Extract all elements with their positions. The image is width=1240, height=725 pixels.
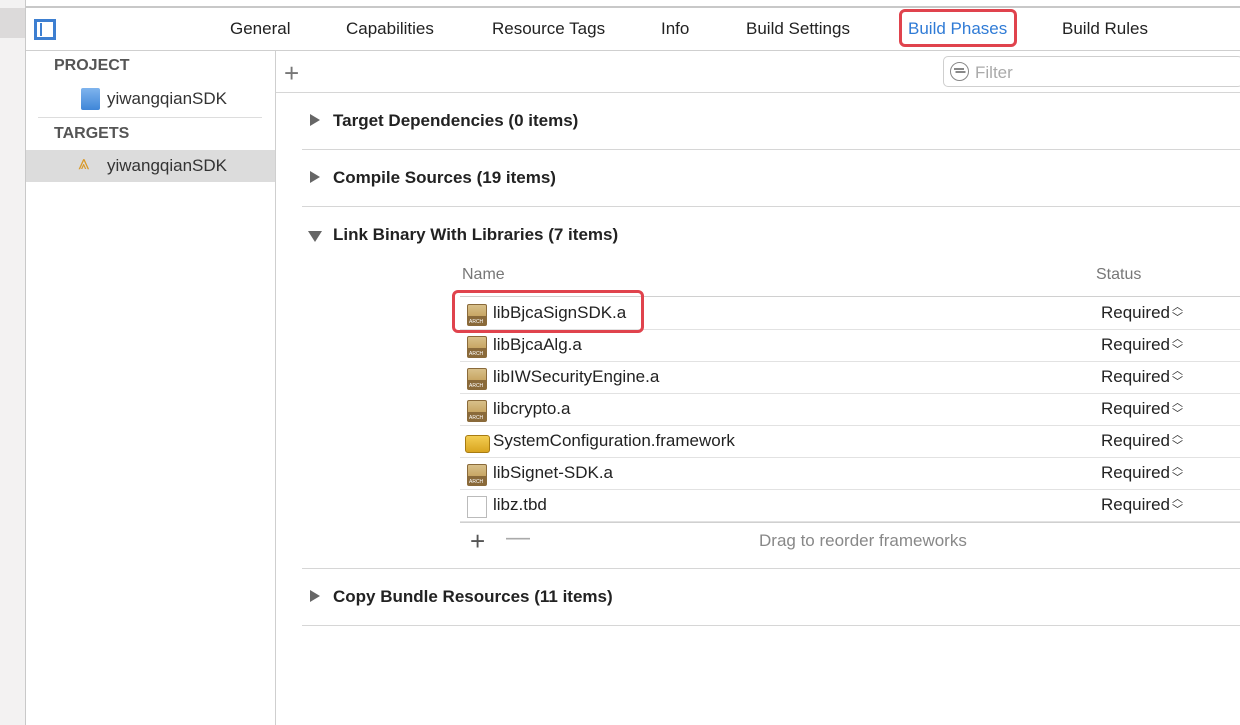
disclosure-triangle-open-icon[interactable]	[308, 231, 322, 242]
navigator-strip	[0, 0, 26, 725]
disclosure-triangle-icon[interactable]	[310, 171, 320, 183]
filter-placeholder: Filter	[975, 63, 1013, 82]
sidebar-item-label: yiwangqianSDK	[107, 89, 228, 108]
tab-build-rules[interactable]: Build Rules	[1062, 19, 1148, 39]
app-target-icon: ⩓	[78, 152, 90, 174]
library-status-select[interactable]: Required	[1101, 335, 1170, 355]
library-name: libz.tbd	[493, 495, 547, 514]
library-row[interactable]: libIWSecurityEngine.a Required ︿﹀	[460, 362, 1240, 394]
up-down-chevron-icon[interactable]: ︿ ﹀	[1172, 398, 1183, 420]
column-header-status[interactable]: Status	[1096, 266, 1141, 284]
phase-title: Target Dependencies (0 items)	[333, 111, 579, 130]
column-header-name[interactable]: Name	[462, 266, 505, 284]
library-status-select[interactable]: Required	[1101, 367, 1170, 387]
sidebar-item-label: yiwangqianSDK	[107, 156, 228, 175]
highlight-box-build-phases	[899, 9, 1017, 47]
add-phase-button[interactable]: +	[284, 58, 299, 89]
library-row[interactable]: SystemConfiguration.framework Required ︿…	[460, 426, 1240, 458]
static-library-icon	[467, 400, 487, 422]
library-row[interactable]: libSignet-SDK.a Required ︿﹀	[460, 458, 1240, 490]
tab-general[interactable]: General	[230, 19, 290, 39]
library-row[interactable]: libBjcaAlg.a Required ︿﹀	[460, 330, 1240, 362]
document-icon	[467, 496, 487, 518]
disclosure-triangle-icon[interactable]	[310, 114, 320, 126]
project-file-icon	[81, 88, 100, 110]
up-down-chevron-icon[interactable]: ︿ ﹀	[1172, 462, 1183, 484]
phase-title: Compile Sources (19 items)	[333, 168, 556, 187]
tab-info[interactable]: Info	[661, 19, 689, 39]
phase-copy-bundle-resources[interactable]: Copy Bundle Resources (11 items)	[302, 569, 1240, 626]
library-name: libcrypto.a	[493, 399, 571, 418]
filter-input[interactable]: Filter	[943, 56, 1240, 87]
library-status-select[interactable]: Required	[1101, 495, 1170, 515]
tab-build-settings[interactable]: Build Settings	[746, 19, 850, 39]
library-status-select[interactable]: Required	[1101, 431, 1170, 451]
static-library-icon	[467, 336, 487, 358]
sidebar-item-target[interactable]: ⩓ yiwangqianSDK	[26, 150, 275, 182]
targets-header: TARGETS	[54, 125, 130, 142]
library-status-select[interactable]: Required	[1101, 303, 1170, 323]
project-sidebar: PROJECT yiwangqianSDK TARGETS ⩓ yiwangqi…	[26, 51, 276, 725]
highlight-box-libbjcasignsdk	[452, 290, 644, 333]
up-down-chevron-icon[interactable]: ︿ ﹀	[1172, 334, 1183, 356]
framework-icon	[465, 435, 490, 453]
sidebar-item-project[interactable]: yiwangqianSDK	[26, 83, 275, 115]
top-divider	[26, 0, 1240, 8]
library-row[interactable]: libcrypto.a Required ︿﹀	[460, 394, 1240, 426]
tab-capabilities[interactable]: Capabilities	[346, 19, 434, 39]
library-row[interactable]: libz.tbd Required ︿ ﹀	[460, 490, 1240, 522]
tab-resource-tags[interactable]: Resource Tags	[492, 19, 605, 39]
phase-compile-sources[interactable]: Compile Sources (19 items)	[302, 150, 1240, 207]
up-down-chevron-icon[interactable]: ︿ ﹀	[1172, 366, 1183, 388]
drag-hint: Drag to reorder frameworks	[759, 531, 967, 550]
library-status-select[interactable]: Required	[1101, 463, 1170, 483]
project-header: PROJECT	[54, 57, 130, 74]
library-name: libBjcaAlg.a	[493, 335, 582, 354]
remove-library-button[interactable]: —	[506, 524, 530, 552]
up-down-chevron-icon[interactable]: ︿ ﹀	[1172, 302, 1183, 324]
editor-tab-bar: General Capabilities Resource Tags Info …	[26, 8, 1240, 51]
library-name: SystemConfiguration.framework	[493, 431, 735, 450]
library-name: libSignet-SDK.a	[493, 463, 614, 482]
phase-title[interactable]: Link Binary With Libraries (7 items)	[333, 225, 618, 245]
static-library-icon	[467, 368, 487, 390]
library-name: libIWSecurityEngine.a	[493, 367, 660, 386]
static-library-icon	[467, 464, 487, 486]
up-down-chevron-icon[interactable]: ︿ ﹀	[1172, 494, 1183, 516]
table-bottom-divider	[460, 522, 1240, 523]
divider	[38, 117, 262, 118]
add-library-button[interactable]: +	[470, 526, 485, 557]
sidebar-toggle-icon[interactable]	[34, 19, 56, 40]
filter-icon	[950, 62, 969, 81]
up-down-chevron-icon[interactable]: ︿ ﹀	[1172, 430, 1183, 452]
phase-target-dependencies[interactable]: Target Dependencies (0 items)	[302, 93, 1240, 150]
library-status-select[interactable]: Required	[1101, 399, 1170, 419]
disclosure-triangle-icon[interactable]	[310, 590, 320, 602]
phase-title: Copy Bundle Resources (11 items)	[333, 587, 613, 606]
